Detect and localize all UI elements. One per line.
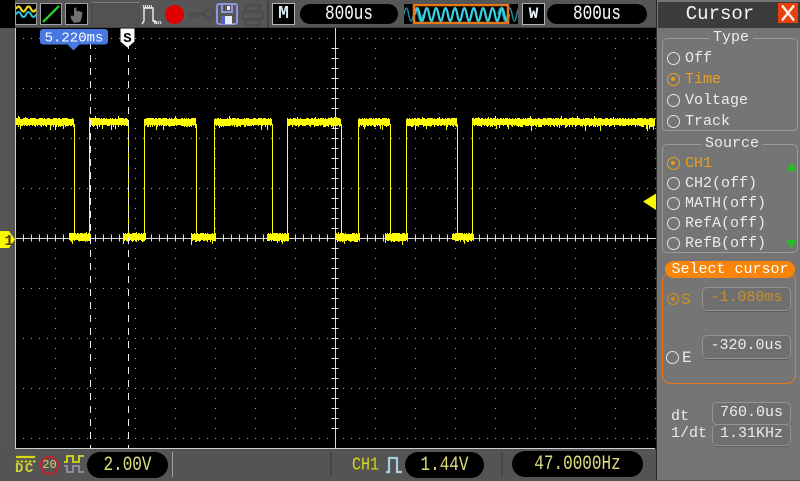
svg-text:1: 1: [5, 233, 14, 250]
svg-text:5.220ms: 5.220ms: [45, 31, 104, 47]
svg-text:S: S: [123, 31, 131, 47]
